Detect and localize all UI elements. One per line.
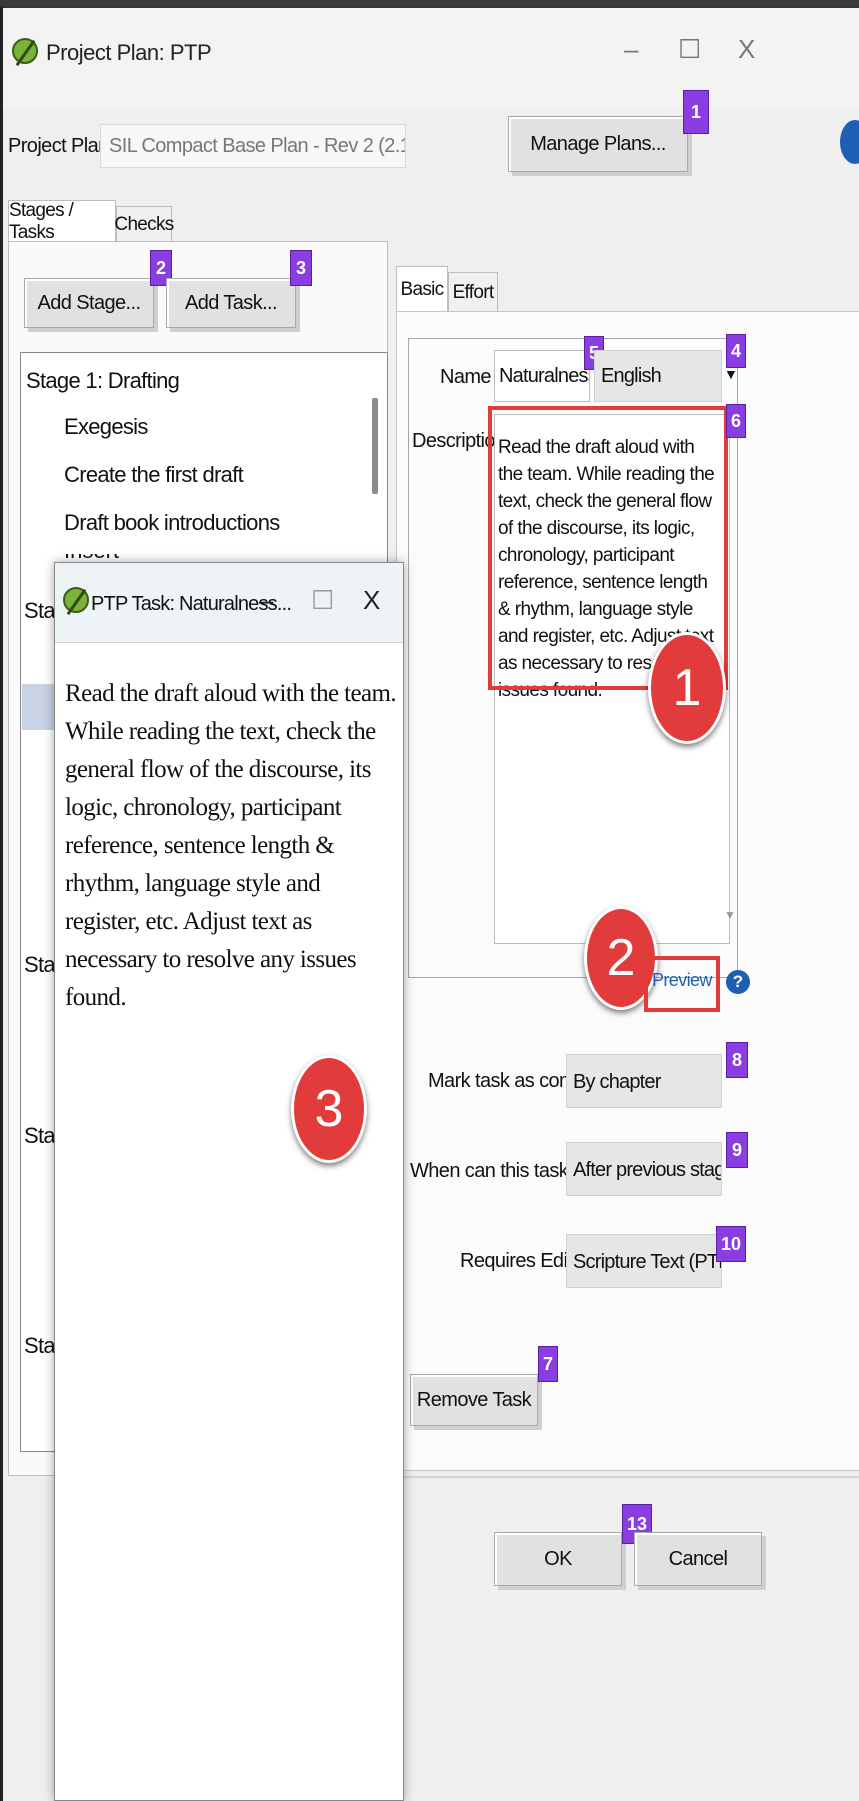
task-start-select[interactable]: After previous stage is com: [566, 1142, 722, 1196]
ok-button[interactable]: OK: [494, 1532, 622, 1586]
badge-8: 8: [726, 1042, 748, 1078]
footer-divider: [400, 1476, 859, 1478]
popup-description: Read the draft aloud with the team. Whil…: [65, 680, 397, 1011]
tree-task-first-draft[interactable]: Create the first draft: [64, 462, 244, 488]
help-icon[interactable]: ?: [726, 970, 750, 994]
tree-stage-1[interactable]: Stage 1: Drafting: [26, 368, 180, 394]
tree-task-partial: Insert illustrations: [64, 554, 194, 562]
callout-1: 1: [648, 632, 726, 744]
app-leaf-icon: [12, 38, 38, 64]
project-plan-label: Project Plan:: [8, 135, 114, 157]
popup-minimize-icon[interactable]: –: [259, 585, 273, 616]
language-select[interactable]: English: [594, 350, 722, 402]
badge-4: 4: [726, 334, 746, 368]
scroll-down-arrow-icon[interactable]: ▼: [724, 908, 736, 922]
mark-complete-select[interactable]: By chapter: [566, 1054, 722, 1108]
badge-1: 1: [683, 90, 709, 134]
badge-10: 10: [716, 1226, 746, 1262]
maximize-icon[interactable]: ☐: [678, 34, 701, 65]
badge-6: 6: [726, 404, 746, 438]
chevron-down-icon[interactable]: ▼: [724, 366, 738, 382]
manage-plans-button[interactable]: Manage Plans...: [508, 116, 688, 172]
tab-checks[interactable]: Checks: [114, 206, 174, 242]
tab-stages-tasks[interactable]: Stages / Tasks: [8, 200, 116, 243]
close-icon[interactable]: X: [738, 34, 755, 65]
badge-7: 7: [538, 1346, 558, 1382]
badge-9: 9: [726, 1132, 748, 1168]
requires-editing-select[interactable]: Scripture Text (PTP): [566, 1234, 722, 1288]
minimize-icon[interactable]: –: [624, 34, 638, 65]
task-name-input[interactable]: Naturalness ch: [494, 350, 590, 402]
project-plan-field: SIL Compact Base Plan - Rev 2 (2.1): [100, 124, 406, 168]
cancel-button[interactable]: Cancel: [634, 1532, 762, 1586]
popup-maximize-icon[interactable]: ☐: [311, 585, 334, 616]
remove-task-button[interactable]: Remove Task: [410, 1374, 538, 1426]
name-label: Name: [440, 366, 492, 388]
tree-task-book-intros[interactable]: Draft book introductions: [64, 510, 280, 536]
tree-selection-highlight: [22, 684, 54, 730]
tab-effort[interactable]: Effort: [448, 272, 498, 312]
tree-task-exegesis[interactable]: Exegesis: [64, 414, 148, 440]
preview-link[interactable]: Preview: [652, 970, 712, 991]
callout-3: 3: [291, 1055, 367, 1163]
badge-3: 3: [290, 250, 312, 286]
window-title: Project Plan: PTP: [46, 40, 212, 65]
tree-scrollbar[interactable]: [372, 398, 378, 494]
popup-leaf-icon: [63, 587, 89, 613]
popup-close-icon[interactable]: X: [363, 585, 380, 616]
add-task-button[interactable]: Add Task...: [166, 278, 296, 328]
tab-basic[interactable]: Basic: [396, 266, 448, 312]
add-stage-button[interactable]: Add Stage...: [24, 278, 154, 328]
task-preview-popup: PTP Task: Naturalness... – ☐ X Read the …: [54, 562, 404, 1801]
